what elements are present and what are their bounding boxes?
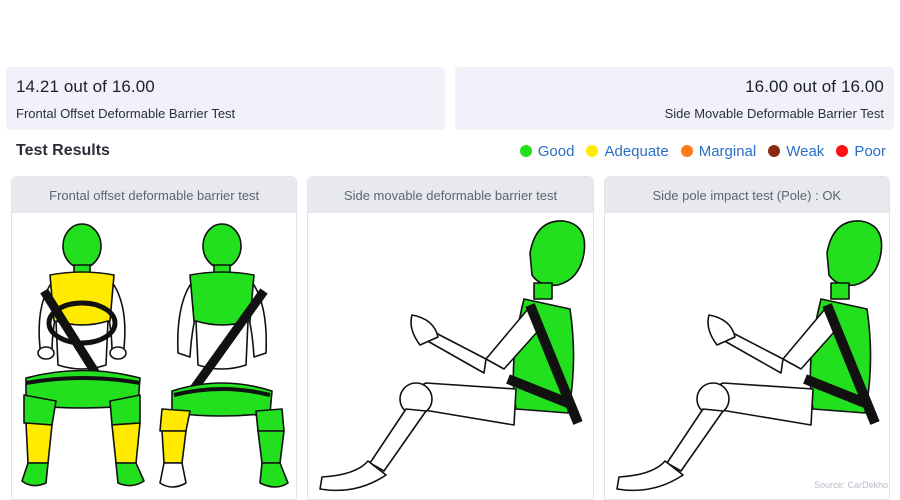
test-panels: Frontal offset deformable barrier test S… [11, 176, 890, 500]
frontal-test-panel: Frontal offset deformable barrier test [11, 176, 298, 500]
frontal-score-label: Frontal Offset Deformable Barrier Test [16, 106, 236, 121]
rating-legend: Good Adequate Marginal Weak Poor [519, 142, 886, 160]
score-summary: 14.21 out of 16.00 Frontal Offset Deform… [6, 67, 894, 130]
side-score-card: 16.00 out of 16.00 Side Movable Deformab… [455, 67, 894, 130]
legend-label-weak: Weak [786, 142, 825, 160]
legend-item-marginal: Marginal [680, 142, 757, 160]
poor-dot-icon [836, 145, 849, 157]
side-pole-panel-title: Side pole impact test (Pole) : OK [604, 177, 889, 213]
frontal-panel-title: Frontal offset deformable barrier test [12, 177, 297, 213]
side-barrier-panel-title: Side movable deformable barrier test [308, 177, 593, 213]
weak-dot-icon [768, 145, 781, 157]
side-pole-dummy-figure [605, 213, 889, 499]
side-barrier-test-panel: Side movable deformable barrier test [307, 176, 594, 500]
frontal-dummy-figure [12, 213, 296, 499]
frontal-score-value: 14.21 out of 16.00 [16, 77, 155, 96]
driver-dummy-icon [21, 223, 145, 487]
legend-item-good: Good [519, 142, 575, 160]
side-dummy-icon [319, 220, 586, 492]
legend-item-adequate: Adequate [586, 142, 669, 160]
pole-dummy-illustration [615, 220, 883, 492]
legend-item-weak: Weak [768, 143, 824, 160]
legend-item-poor: Poor [836, 143, 886, 160]
results-title: Test Results [16, 142, 110, 159]
passenger-dummy-icon [159, 223, 289, 488]
legend-label-adequate: Adequate [604, 142, 669, 160]
legend-label-poor: Poor [854, 142, 886, 160]
side-pole-test-panel: Side pole impact test (Pole) : OK [603, 176, 890, 500]
adequate-dot-icon [586, 145, 599, 157]
legend-label-good: Good [537, 142, 575, 160]
frontal-score-card: 14.21 out of 16.00 Frontal Offset Deform… [6, 67, 445, 130]
source-watermark: Source: CarDekho [813, 480, 888, 490]
legend-label-marginal: Marginal [698, 142, 757, 160]
pole-dummy-icon [615, 220, 883, 492]
side-score-label: Side Movable Deformable Barrier Test [664, 106, 884, 121]
good-dot-icon [519, 145, 532, 157]
results-header: Test Results Good Adequate Marginal Weak… [16, 140, 886, 162]
side-score-value: 16.00 out of 16.00 [745, 77, 884, 96]
side-barrier-dummy-figure [308, 213, 592, 499]
side-dummy-illustration [319, 220, 586, 492]
frontal-dummies-illustration [21, 223, 289, 488]
marginal-dot-icon [680, 145, 693, 157]
